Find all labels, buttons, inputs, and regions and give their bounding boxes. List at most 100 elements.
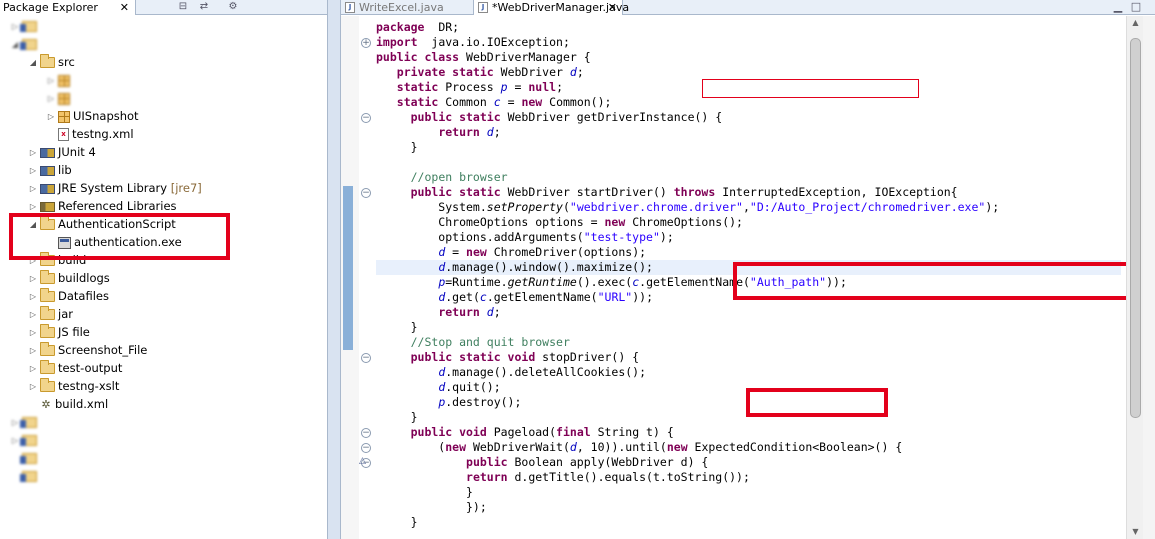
vertical-scrollbar[interactable]: ▲ ▼	[1126, 16, 1143, 539]
tree-item[interactable]: ▷ JS file	[28, 323, 90, 341]
collapsed-arrow-icon[interactable]: ▷	[28, 324, 38, 342]
code-token: //open browser	[410, 170, 508, 184]
code-token: .destroy();	[445, 395, 522, 409]
collapsed-arrow-icon[interactable]: ▷	[46, 108, 56, 126]
code-line: import java.io.IOException;	[376, 35, 570, 50]
collapsed-arrow-icon[interactable]: ▷	[28, 306, 38, 324]
tree-item[interactable]: ▷ jar	[28, 305, 73, 323]
expanded-arrow-icon[interactable]: ◢	[28, 54, 38, 72]
code-token: new	[666, 440, 688, 454]
collapsed-arrow-icon[interactable]: ▷	[10, 432, 20, 450]
highlight-box-destroy	[746, 388, 888, 417]
collapsed-arrow-icon[interactable]: ▷	[28, 378, 38, 396]
code-token: //Stop and quit browser	[410, 335, 570, 349]
close-icon[interactable]: ✕	[120, 0, 129, 15]
scroll-up-icon[interactable]: ▲	[1127, 16, 1144, 30]
tree-item[interactable]: ▷ JUnit 4	[28, 143, 96, 161]
collapsed-arrow-icon[interactable]: ▷	[28, 288, 38, 306]
code-token: new	[521, 95, 543, 109]
code-token: d	[486, 125, 494, 139]
tree-item[interactable]	[10, 467, 40, 485]
code-line: //Stop and quit browser	[376, 335, 570, 350]
code-line: return d;	[376, 305, 500, 320]
scroll-down-icon[interactable]: ▼	[1127, 525, 1144, 539]
tree-item[interactable]: ▷ JRE System Library [jre7]	[28, 179, 202, 197]
code-token: }	[376, 515, 418, 529]
code-line: (new WebDriverWait(d, 10)).until(new Exp…	[376, 440, 902, 455]
code-line: d.manage().window().maximize();	[376, 260, 653, 275]
tree-item[interactable]: x testng.xml	[46, 125, 134, 143]
code-token: d	[486, 305, 494, 319]
tree-item-label: UISnapshot	[73, 109, 139, 123]
code-line: d.get(c.getElementName("URL"));	[376, 290, 653, 305]
tree-item[interactable]: ◢	[10, 35, 40, 53]
tree-item[interactable]: ▷	[10, 17, 40, 35]
view-menu-icon[interactable]: ⚙	[226, 1, 240, 13]
tree-item[interactable]: ▷	[10, 413, 40, 431]
project-icon	[20, 21, 37, 32]
code-token: return	[438, 305, 480, 319]
code-token: ExpectedCondition<Boolean>() {	[687, 440, 903, 454]
tree-item[interactable]: ▷	[46, 71, 73, 89]
code-line: public static void stopDriver() {	[376, 350, 639, 365]
code-token: stopDriver() {	[535, 350, 640, 364]
collapsed-arrow-icon[interactable]: ▷	[46, 72, 56, 90]
tree-item[interactable]: ▷ test-output	[28, 359, 122, 377]
collapsed-arrow-icon[interactable]: ▷	[10, 18, 20, 36]
collapse-fold-icon[interactable]: −	[361, 188, 371, 198]
collapsed-arrow-icon[interactable]: ▷	[10, 414, 20, 432]
close-icon[interactable]: ✕	[608, 0, 617, 15]
tree-item-label: buildlogs	[58, 271, 110, 285]
tree-item[interactable]: ▷ buildlogs	[28, 269, 110, 287]
tab-writeexcel[interactable]: J WriteExcel.java	[341, 0, 471, 15]
collapse-fold-icon[interactable]: −	[361, 428, 371, 438]
collapsed-arrow-icon[interactable]: ▷	[28, 162, 38, 180]
collapse-all-icon[interactable]: ⊟	[176, 1, 190, 13]
collapsed-arrow-icon[interactable]: ▷	[28, 270, 38, 288]
code-line: p.destroy();	[376, 395, 521, 410]
folder-icon	[40, 342, 55, 356]
expand-fold-icon[interactable]: +	[361, 38, 371, 48]
code-token: );	[985, 200, 1000, 214]
collapse-fold-icon[interactable]: −	[361, 353, 371, 363]
tree-item[interactable]: ◢ src	[28, 53, 75, 71]
collapsed-arrow-icon[interactable]: ▷	[28, 342, 38, 360]
tree-item[interactable]: ▷	[46, 89, 73, 107]
tree-item[interactable]: ▷ lib	[28, 161, 72, 179]
code-token: String t) {	[590, 425, 674, 439]
tree-item[interactable]: ▷ testng-xslt	[28, 377, 119, 395]
code-token: =	[507, 80, 529, 94]
collapse-fold-icon[interactable]: −	[361, 113, 371, 123]
tree-item[interactable]	[10, 449, 40, 467]
tree-item[interactable]: ▷	[10, 431, 40, 449]
link-with-editor-icon[interactable]: ⇄	[197, 1, 211, 13]
tree-item[interactable]: ▷ Datafiles	[28, 287, 109, 305]
code-token: .get(	[445, 290, 480, 304]
package-explorer-tab[interactable]: Package Explorer ✕	[0, 0, 136, 15]
code-token: new	[466, 245, 487, 259]
code-token: public	[466, 455, 508, 469]
minimize-icon[interactable]: ▁	[1111, 0, 1125, 14]
collapsed-arrow-icon[interactable]: ▷	[28, 180, 38, 198]
maximize-icon[interactable]: □	[1129, 0, 1143, 14]
tree-item[interactable]: ✲ build.xml	[28, 395, 108, 413]
package-explorer-tabbar: Package Explorer ✕ ⊟ ⇄ ⚙	[0, 0, 327, 15]
collapsed-arrow-icon[interactable]: ▷	[28, 144, 38, 162]
expanded-arrow-icon[interactable]: ◢	[10, 36, 20, 54]
pane-divider[interactable]	[327, 0, 341, 539]
code-token: throws	[673, 185, 716, 199]
tree-item-label: lib	[58, 163, 72, 177]
collapsed-arrow-icon[interactable]: ▷	[28, 360, 38, 378]
collapse-fold-icon[interactable]: −	[361, 443, 371, 453]
tree-item[interactable]: ▷ Screenshot_File	[28, 341, 147, 359]
collapsed-arrow-icon[interactable]: ▷	[46, 90, 56, 108]
code-line: public static WebDriver getDriverInstanc…	[376, 110, 723, 125]
code-token: ));	[632, 290, 653, 304]
tab-webdrivermanager[interactable]: J *WebDriverManager.java ✕	[473, 0, 629, 15]
scrollbar-thumb[interactable]	[1130, 38, 1141, 418]
quick-diff-bar	[343, 186, 353, 350]
tree-item[interactable]: ▷ UISnapshot	[46, 107, 139, 125]
code-token: Common	[438, 95, 494, 109]
